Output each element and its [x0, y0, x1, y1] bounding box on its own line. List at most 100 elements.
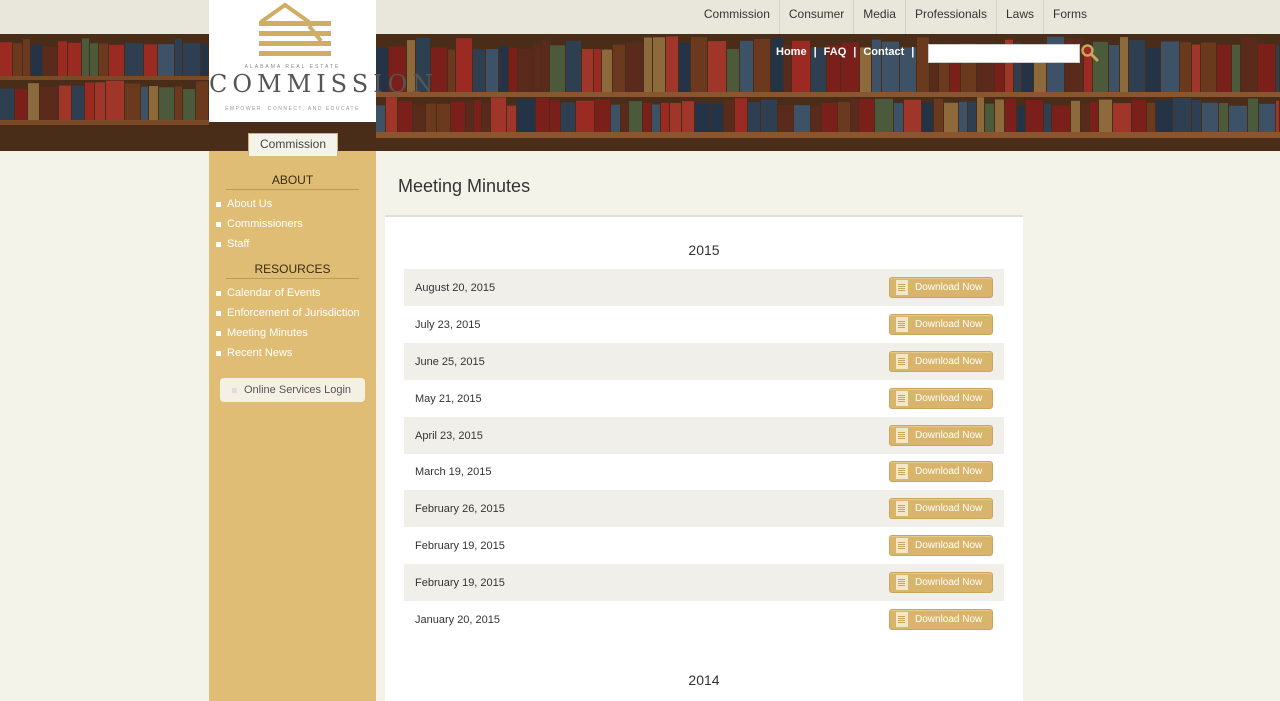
- book-spine: [1044, 104, 1051, 132]
- book-spine: [158, 44, 174, 76]
- download-label: Download Now: [915, 282, 983, 293]
- top-nav-commission[interactable]: Commission: [695, 0, 779, 34]
- minutes-date: May 21, 2015: [415, 392, 482, 405]
- book-spine: [1052, 105, 1070, 132]
- book-spine: [95, 82, 105, 120]
- book-spine: [934, 98, 943, 132]
- logo-tagline: EMPOWER, CONNECT, AND EDUCATE: [225, 106, 360, 112]
- util-separator: |: [853, 46, 857, 58]
- book-spine: [1090, 101, 1098, 132]
- header-banner: Home | FAQ | Contact |: [0, 34, 1280, 151]
- book-spine: [109, 44, 124, 76]
- book-spine: [536, 97, 549, 132]
- download-label: Download Now: [915, 356, 983, 367]
- book-spine: [201, 43, 208, 76]
- minutes-row: April 23, 2015 Download Now: [404, 417, 1004, 454]
- util-contact-link[interactable]: Contact: [859, 46, 908, 58]
- minutes-row: February 26, 2015 Download Now: [404, 490, 1004, 527]
- sidebar-item-calendar[interactable]: Calendar of Events: [216, 287, 321, 299]
- book-spine: [595, 99, 610, 132]
- sidebar-item-label: Enforcement of Jurisdiction: [227, 307, 360, 319]
- book-spine: [413, 104, 425, 132]
- minutes-row: August 20, 2015 Download Now: [404, 269, 1004, 306]
- book-spine: [1192, 99, 1201, 132]
- book-spine: [533, 43, 541, 92]
- book-spine: [499, 45, 508, 92]
- download-button[interactable]: Download Now: [889, 535, 993, 556]
- sidebar-section-tab[interactable]: Commission: [248, 133, 338, 156]
- download-label: Download Now: [915, 503, 983, 514]
- download-button[interactable]: Download Now: [889, 572, 993, 593]
- book-spine: [1276, 45, 1279, 92]
- top-nav-professionals[interactable]: Professionals: [904, 0, 996, 34]
- book-spine: [1276, 100, 1279, 132]
- book-spine: [23, 39, 30, 76]
- book-spine: [1161, 41, 1179, 92]
- book-spine: [507, 105, 516, 132]
- book-spine: [183, 43, 200, 76]
- minutes-date: July 23, 2015: [415, 318, 481, 331]
- book-spine: [643, 102, 651, 132]
- book-spine: [985, 103, 994, 132]
- book-spine: [754, 39, 770, 92]
- book-spine: [977, 97, 984, 132]
- top-bar: Commission Consumer Media Professionals …: [0, 0, 1280, 34]
- download-button[interactable]: Download Now: [889, 498, 993, 519]
- minutes-date: January 20, 2015: [415, 613, 501, 626]
- search-icon[interactable]: [1080, 43, 1100, 63]
- book-spine: [904, 99, 921, 132]
- book-spine: [550, 45, 565, 92]
- minutes-row: June 25, 2015 Download Now: [404, 343, 1004, 380]
- download-button[interactable]: Download Now: [889, 388, 993, 409]
- book-spine: [708, 41, 726, 92]
- site-logo[interactable]: ALABAMA REAL ESTATE COMMISSION EMPOWER, …: [209, 0, 433, 122]
- sidebar-item-label: Staff: [227, 238, 250, 250]
- sidebar-item-about-us[interactable]: About Us: [216, 198, 272, 210]
- minutes-date: March 19, 2015: [415, 465, 492, 478]
- util-faq-link[interactable]: FAQ: [820, 46, 851, 58]
- book-spine: [1173, 97, 1191, 132]
- download-button[interactable]: Download Now: [889, 277, 993, 298]
- book-spine: [711, 103, 723, 132]
- download-button[interactable]: Download Now: [889, 351, 993, 372]
- book-spine: [451, 101, 465, 132]
- sidebar-item-enforcement[interactable]: Enforcement of Jurisdiction: [216, 307, 360, 319]
- download-button[interactable]: Download Now: [889, 461, 993, 482]
- book-spine: [159, 87, 174, 120]
- online-services-login-button[interactable]: Online Services Login: [220, 378, 365, 402]
- sidebar-item-meeting-minutes[interactable]: Meeting Minutes: [216, 327, 308, 339]
- sidebar-item-commissioners[interactable]: Commissioners: [216, 218, 303, 230]
- book-spine: [735, 98, 747, 132]
- document-icon: [896, 501, 908, 516]
- book-spine: [626, 42, 643, 92]
- book-spine: [99, 43, 108, 76]
- book-spine: [448, 49, 455, 92]
- util-home-link[interactable]: Home: [772, 46, 811, 58]
- book-spine: [761, 99, 777, 132]
- sidebar-item-recent-news[interactable]: Recent News: [216, 347, 292, 359]
- minutes-row: July 23, 2015 Download Now: [404, 306, 1004, 343]
- sidebar-item-staff[interactable]: Staff: [216, 238, 249, 250]
- book-spine: [1113, 103, 1131, 132]
- minutes-row: February 19, 2015 Download Now: [404, 527, 1004, 564]
- top-nav-consumer[interactable]: Consumer: [778, 0, 853, 34]
- book-spine: [85, 82, 94, 120]
- download-button[interactable]: Download Now: [889, 314, 993, 335]
- book-spine: [175, 38, 182, 76]
- book-spine: [859, 99, 874, 132]
- book-spine: [125, 83, 140, 120]
- book-spine: [1017, 105, 1025, 132]
- book-spine: [518, 48, 532, 92]
- download-button[interactable]: Download Now: [889, 425, 993, 446]
- top-nav-forms[interactable]: Forms: [1043, 0, 1096, 34]
- top-nav-media[interactable]: Media: [853, 0, 905, 34]
- download-button[interactable]: Download Now: [889, 609, 993, 630]
- book-spine: [15, 89, 27, 120]
- search-input[interactable]: [928, 44, 1080, 63]
- bullet-icon: [216, 290, 221, 296]
- book-spine: [670, 103, 681, 132]
- document-icon: [896, 575, 908, 590]
- top-nav-laws[interactable]: Laws: [995, 0, 1043, 34]
- year-heading: 2015: [688, 242, 720, 258]
- page-title: Meeting Minutes: [398, 176, 531, 196]
